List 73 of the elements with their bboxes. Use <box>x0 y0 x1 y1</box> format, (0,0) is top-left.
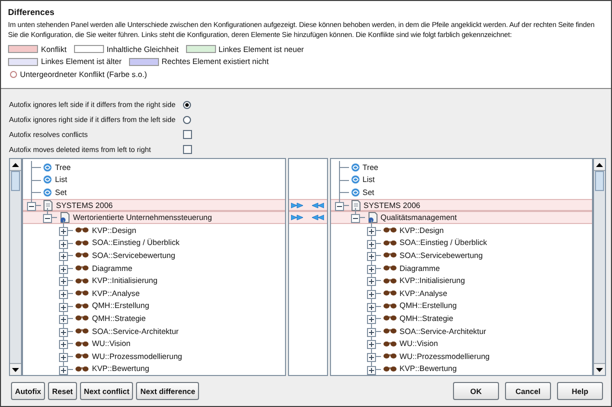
expand-icon[interactable] <box>366 352 376 362</box>
expand-icon[interactable] <box>59 264 68 274</box>
glasses-icon <box>75 328 89 334</box>
glasses-icon <box>75 252 89 258</box>
glasses-icon <box>75 290 89 296</box>
collapse-icon[interactable] <box>43 214 52 224</box>
glasses-icon <box>382 340 396 347</box>
glasses-icon <box>382 290 396 296</box>
scroll-down-icon[interactable] <box>596 368 603 372</box>
glasses-icon <box>75 366 89 372</box>
expand-icon[interactable] <box>366 277 376 286</box>
expand-icon[interactable] <box>366 302 376 312</box>
panel-title: Differences <box>8 7 56 17</box>
scrollbar[interactable] <box>593 158 606 376</box>
collapse-icon[interactable] <box>334 202 344 211</box>
copy-left-arrow-icon[interactable] <box>310 202 324 209</box>
glasses-icon <box>75 302 89 309</box>
expand-icon[interactable] <box>366 315 376 324</box>
expand-icon[interactable] <box>59 277 68 286</box>
glasses-icon <box>382 227 396 234</box>
expand-icon[interactable] <box>366 226 376 236</box>
scroll-up-icon[interactable] <box>596 162 603 166</box>
expand-icon[interactable] <box>59 366 68 374</box>
collapse-icon[interactable] <box>27 202 36 211</box>
glasses-icon <box>75 353 89 360</box>
glasses-icon <box>382 302 396 309</box>
expand-icon[interactable] <box>59 252 68 262</box>
copy-right-arrow-icon[interactable] <box>291 202 305 209</box>
checkbox[interactable] <box>183 145 192 154</box>
scrollbar[interactable] <box>9 158 22 376</box>
expand-icon[interactable] <box>366 340 376 350</box>
scroll-thumb[interactable] <box>11 171 20 191</box>
expand-icon[interactable] <box>366 252 376 262</box>
expand-icon[interactable] <box>366 366 376 374</box>
glasses-icon <box>382 315 396 322</box>
glasses-icon <box>382 328 396 334</box>
expand-icon[interactable] <box>59 315 68 324</box>
glasses-icon <box>382 353 396 360</box>
glasses-icon <box>75 315 89 322</box>
expand-icon[interactable] <box>366 264 376 274</box>
copy-left-arrow-icon[interactable] <box>310 214 324 222</box>
glasses-icon <box>75 340 89 347</box>
expand-icon[interactable] <box>366 290 376 299</box>
radio-button[interactable] <box>183 116 191 124</box>
scroll-thumb[interactable] <box>595 171 604 191</box>
expand-icon[interactable] <box>366 240 376 249</box>
glasses-icon <box>382 366 396 372</box>
model-icon <box>59 212 70 224</box>
glasses-icon <box>75 265 89 272</box>
expand-icon[interactable] <box>59 302 68 312</box>
expand-icon[interactable] <box>59 340 68 350</box>
expand-icon[interactable] <box>366 328 376 337</box>
model-icon <box>366 212 378 224</box>
expand-icon[interactable] <box>59 290 68 299</box>
expand-icon[interactable] <box>59 226 68 236</box>
glasses-icon <box>75 240 89 246</box>
copy-right-arrow-icon[interactable] <box>291 214 305 222</box>
glasses-icon <box>382 265 396 272</box>
glasses-icon <box>75 278 89 284</box>
glasses-icon <box>382 240 396 246</box>
expand-icon[interactable] <box>59 352 68 362</box>
radio-button[interactable] <box>183 100 191 108</box>
glasses-icon <box>382 252 396 258</box>
scroll-up-icon[interactable] <box>12 162 19 166</box>
scroll-down-icon[interactable] <box>12 368 19 372</box>
expand-icon[interactable] <box>59 240 68 249</box>
expand-icon[interactable] <box>59 328 68 337</box>
checkbox[interactable] <box>183 130 192 139</box>
collapse-icon[interactable] <box>350 214 360 224</box>
glasses-icon <box>382 278 396 284</box>
glasses-icon <box>75 227 89 234</box>
document-icon <box>350 200 360 211</box>
document-icon <box>43 200 53 211</box>
